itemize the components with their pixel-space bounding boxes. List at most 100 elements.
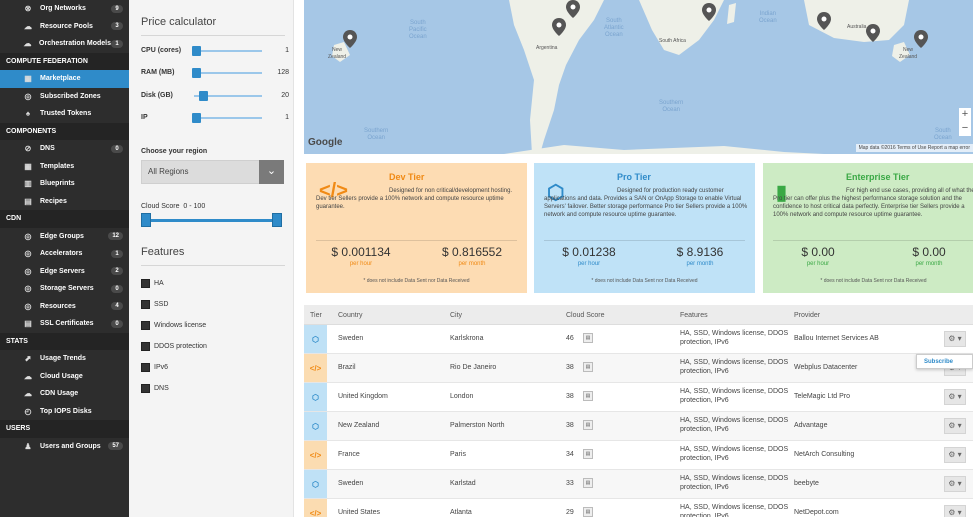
map-pin-icon[interactable] (914, 30, 928, 48)
sidebar-item-recipes[interactable]: ▤ Recipes (0, 193, 129, 211)
score-detail-icon[interactable]: ▤ (583, 449, 593, 459)
checkbox[interactable] (141, 362, 150, 372)
sidebar-item-org-networks[interactable]: ⊗ Org Networks 9 (0, 0, 129, 18)
zoom-in-button[interactable]: + (959, 108, 971, 122)
cell-provider: beebyte (794, 480, 819, 487)
feature-checkbox-ipv6[interactable]: IPv6 (141, 362, 168, 372)
sidebar-item-templates[interactable]: ▦ Templates (0, 158, 129, 176)
chevron-down-icon[interactable]: ⌄ (259, 160, 284, 184)
checkbox[interactable] (141, 383, 150, 393)
column-header-provider[interactable]: Provider (794, 312, 820, 319)
feature-checkbox-windows-license[interactable]: Windows license (141, 320, 206, 330)
tier-description: Designed for production ready customer a… (544, 188, 748, 218)
checkbox[interactable] (141, 320, 150, 330)
map-attribution[interactable]: Map data ©2016 Terms of Use Report a map… (855, 144, 973, 152)
table-row[interactable]: ⬡ New Zealand Palmerston North 38 HA, SSD, W… (304, 412, 973, 441)
map-pin-icon[interactable] (866, 24, 880, 42)
checkbox[interactable] (141, 299, 150, 309)
sidebar-item-resource-pools[interactable]: ☁ Resource Pools 3 (0, 18, 129, 36)
column-header-city[interactable]: City (450, 312, 462, 319)
gear-icon[interactable]: ⚙ ▾ (944, 418, 966, 434)
sidebar-item-trusted-tokens[interactable]: ♠ Trusted Tokens (0, 105, 129, 123)
score-detail-icon[interactable]: ▤ (583, 391, 593, 401)
slider-handle[interactable] (192, 46, 201, 56)
slider-track[interactable] (192, 113, 262, 123)
cell-provider: Ballou Internet Services AB (794, 335, 879, 342)
map-pin-icon[interactable] (702, 3, 716, 21)
sidebar-item-edge-groups[interactable]: ◎ Edge Groups 12 (0, 228, 129, 246)
sidebar-item-accelerators[interactable]: ◎ Accelerators 1 (0, 245, 129, 263)
sidebar-item-cloud-usage[interactable]: ☁ Cloud Usage (0, 368, 129, 386)
map[interactable]: South Pacific Ocean South Atlantic Ocean Ind… (304, 0, 973, 154)
sidebar-item-users-and-groups[interactable]: ♟ Users and Groups 57 (0, 438, 129, 456)
gear-icon[interactable]: ⚙ ▾ (944, 505, 966, 517)
table-row[interactable]: ⬡ Sweden Karlskrona 46 HA, SSD, Windows lice… (304, 325, 973, 354)
column-header-features[interactable]: Features (680, 312, 708, 319)
table-row[interactable]: ⬡ United Kingdom London 38 HA, SSD, Windows … (304, 383, 973, 412)
slider-track[interactable] (194, 91, 262, 101)
sidebar-item-ssl-certificates[interactable]: ▤ SSL Certificates 0 (0, 315, 129, 333)
gear-icon[interactable]: ⚙ ▾ (944, 389, 966, 405)
map-pin-icon[interactable] (343, 30, 357, 48)
tier-card-enterprise[interactable]: ▮ Enterprise Tier For high end use cases, … (763, 163, 973, 293)
sidebar-item-usage-trends[interactable]: ⬈ Usage Trends (0, 350, 129, 368)
score-detail-icon[interactable]: ▤ (583, 333, 593, 343)
sidebar-item-edge-servers[interactable]: ◎ Edge Servers 2 (0, 263, 129, 281)
tier-card-pro[interactable]: ⬡ Pro Tier Designed for production ready c… (534, 163, 755, 293)
slider-handle[interactable] (192, 68, 201, 78)
table-row[interactable]: ⬡ Sweden Karlstad 33 HA, SSD, Windows licens… (304, 470, 973, 499)
cell-score: 33 (566, 480, 574, 487)
zoom-out-button[interactable]: − (959, 122, 971, 136)
cloud-score-slider-track[interactable] (143, 219, 279, 222)
divider (316, 240, 517, 241)
checkbox[interactable] (141, 278, 150, 288)
slider-handle[interactable] (198, 91, 208, 101)
feature-checkbox-ddos-protection[interactable]: DDOS protection (141, 341, 207, 351)
tier-card-dev[interactable]: </> Dev Tier Designed for non critical/dev… (306, 163, 527, 293)
sidebar-item-storage-servers[interactable]: ◎ Storage Servers 0 (0, 280, 129, 298)
cloud-score-max-handle[interactable] (272, 213, 282, 227)
slider-track[interactable] (192, 68, 262, 78)
sidebar-item-cdn-usage[interactable]: ☁ CDN Usage (0, 385, 129, 403)
region-select[interactable]: All Regions ⌄ (141, 160, 284, 184)
sidebar-item-dns[interactable]: ⊘ DNS 0 (0, 140, 129, 158)
score-detail-icon[interactable]: ▤ (583, 362, 593, 372)
slider-track[interactable] (192, 46, 262, 56)
subscribe-menu-item[interactable]: Subscribe (916, 354, 973, 369)
score-detail-icon[interactable]: ▤ (583, 420, 593, 430)
score-detail-icon[interactable]: ▤ (583, 478, 593, 488)
column-header-cloud-score[interactable]: Cloud Score (566, 312, 605, 319)
sidebar-item-subscribed-zones[interactable]: ◎ Subscribed Zones (0, 88, 129, 106)
sidebar-item-resources[interactable]: ◎ Resources 4 (0, 298, 129, 316)
table-row[interactable]: </> Brazil Rio De Janeiro 38 HA, SSD, Window… (304, 354, 973, 383)
feature-checkbox-ssd[interactable]: SSD (141, 299, 168, 309)
sidebar-item-top-iops-disks[interactable]: ◴ Top IOPS Disks (0, 403, 129, 421)
slider-handle[interactable] (192, 113, 201, 123)
cell-city: Karlstad (450, 480, 476, 487)
column-header-tier[interactable]: Tier (310, 312, 322, 319)
checkbox[interactable] (141, 341, 150, 351)
slider-value: 1 (285, 47, 289, 54)
cloud-score-min-handle[interactable] (141, 213, 151, 227)
map-pin-icon[interactable] (552, 18, 566, 36)
sidebar-item-blueprints[interactable]: ▥ Blueprints (0, 175, 129, 193)
feature-checkbox-dns[interactable]: DNS (141, 383, 169, 393)
gear-icon[interactable]: ⚙ ▾ (944, 331, 966, 347)
column-header-country[interactable]: Country (338, 312, 363, 319)
sidebar-section-header: CDN (0, 210, 129, 228)
sidebar-item-orchestration-models[interactable]: ☁ Orchestration Models 1 (0, 35, 129, 53)
sidebar-item-label: Storage Servers (40, 285, 94, 293)
divider (141, 35, 285, 36)
table-row[interactable]: </> France Paris 34 HA, SSD, Windows license… (304, 441, 973, 470)
gear-icon[interactable]: ⚙ ▾ (944, 447, 966, 463)
map-pin-icon[interactable] (817, 12, 831, 30)
map-pin-icon[interactable] (566, 0, 580, 18)
feature-checkbox-ha[interactable]: HA (141, 278, 164, 288)
code-icon: </> (304, 499, 327, 517)
count-badge: 4 (111, 302, 123, 311)
gear-icon[interactable]: ⚙ ▾ (944, 476, 966, 492)
table-row[interactable]: </> United States Atlanta 29 HA, SSD, Window… (304, 499, 973, 517)
sidebar-item-marketplace[interactable]: ▦ Marketplace (0, 70, 129, 88)
count-badge: 3 (111, 22, 123, 31)
score-detail-icon[interactable]: ▤ (583, 507, 593, 517)
